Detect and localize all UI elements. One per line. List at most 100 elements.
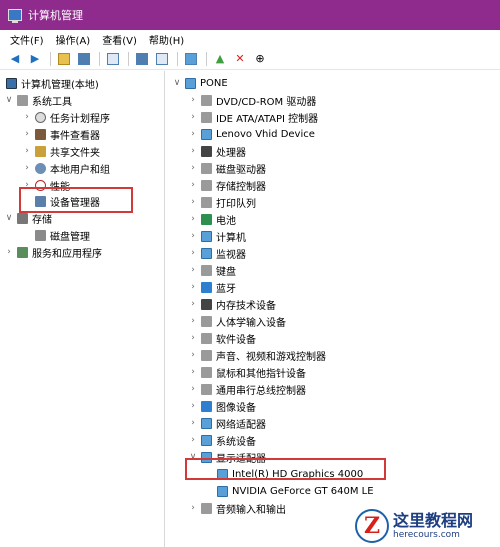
chevron-right-icon[interactable]: ›	[4, 247, 14, 257]
menu-action[interactable]: 操作(A)	[56, 32, 91, 47]
chevron-down-icon[interactable]: ∨	[4, 95, 14, 105]
network-adapter-icon	[201, 417, 212, 429]
device-category[interactable]: › 键盘	[188, 262, 236, 278]
tree-item-local-users[interactable]: › 本地用户和组	[22, 160, 110, 176]
device-nvidia-geforce[interactable]: NVIDIA GeForce GT 640M LE	[217, 483, 374, 499]
device-category[interactable]: › 音频输入和输出	[188, 500, 286, 516]
chevron-down-icon[interactable]: ∨	[4, 213, 14, 223]
chevron-right-icon[interactable]: ›	[188, 163, 198, 173]
device-category[interactable]: › DVD/CD-ROM 驱动器	[188, 92, 316, 108]
properties-icon[interactable]	[104, 50, 122, 68]
forward-arrow-icon[interactable]: ▶	[26, 50, 44, 68]
tree-item-event-viewer[interactable]: › 事件查看器	[22, 126, 100, 142]
chevron-right-icon[interactable]: ›	[188, 401, 198, 411]
chevron-right-icon[interactable]: ›	[188, 316, 198, 326]
device-category[interactable]: › 处理器	[188, 143, 246, 159]
chevron-right-icon[interactable]: ›	[22, 146, 32, 156]
tree-item-system-tools[interactable]: ∨ 系统工具	[4, 92, 72, 108]
computer-icon	[6, 77, 17, 89]
device-category[interactable]: › 磁盘驱动器	[188, 160, 266, 176]
device-category[interactable]: › 人体学输入设备	[188, 313, 286, 329]
chevron-right-icon[interactable]: ›	[188, 282, 198, 292]
toolbar-separator	[128, 51, 129, 66]
device-tree-pane[interactable]: ∨ PONE › DVD/CD-ROM 驱动器 › IDE ATA/ATAPI 控制…	[166, 71, 500, 547]
device-category[interactable]: › 存储控制器	[188, 177, 266, 193]
scan-hardware-icon[interactable]: ⊕	[251, 50, 269, 68]
tree-item-task-scheduler[interactable]: › 任务计划程序	[22, 109, 110, 125]
chevron-right-icon[interactable]: ›	[188, 146, 198, 156]
uninstall-icon[interactable]: ✕	[231, 50, 249, 68]
chevron-right-icon[interactable]: ›	[188, 418, 198, 428]
device-category[interactable]: › 监视器	[188, 245, 246, 261]
services-icon	[17, 246, 28, 258]
chevron-right-icon[interactable]: ›	[22, 112, 32, 122]
chevron-down-icon[interactable]: ∨	[172, 78, 182, 88]
intel-graphics-highlight	[185, 458, 386, 480]
tree-item-services[interactable]: › 服务和应用程序	[4, 244, 102, 260]
chevron-right-icon[interactable]: ›	[22, 163, 32, 173]
chevron-right-icon[interactable]: ›	[188, 197, 198, 207]
tree-item-storage[interactable]: ∨ 存储	[4, 210, 52, 226]
chevron-right-icon[interactable]: ›	[188, 435, 198, 445]
device-category[interactable]: › Lenovo Vhid Device	[188, 126, 315, 142]
tree-item-shared-folders[interactable]: › 共享文件夹	[22, 143, 100, 159]
up-folder-icon[interactable]	[55, 50, 73, 68]
chevron-right-icon[interactable]: ›	[188, 248, 198, 258]
audio-io-icon	[201, 502, 212, 514]
tree-item-root[interactable]: 计算机管理(本地)	[6, 75, 99, 91]
device-category[interactable]: › 网络适配器	[188, 415, 266, 431]
chevron-right-icon[interactable]: ›	[188, 265, 198, 275]
watermark-text: 这里教程网 herecours.com	[393, 511, 473, 541]
toolbar-separator	[206, 51, 207, 66]
tree-item-label: IDE ATA/ATAPI 控制器	[216, 113, 319, 125]
device-category[interactable]: › 电池	[188, 211, 236, 227]
chevron-right-icon[interactable]: ›	[188, 214, 198, 224]
chevron-right-icon[interactable]: ›	[188, 350, 198, 360]
left-tree-pane[interactable]: 计算机管理(本地) ∨ 系统工具 › 任务计划程序 › 事件查看器 › 共享文件…	[0, 71, 165, 547]
chevron-right-icon[interactable]: ›	[188, 367, 198, 377]
device-tree-root[interactable]: ∨ PONE	[172, 75, 228, 91]
chevron-right-icon[interactable]: ›	[188, 112, 198, 122]
device-category[interactable]: › IDE ATA/ATAPI 控制器	[188, 109, 318, 125]
clock-icon	[35, 111, 46, 123]
device-category[interactable]: › 声音、视频和游戏控制器	[188, 347, 326, 363]
help-icon[interactable]	[133, 50, 151, 68]
menu-file[interactable]: 文件(F)	[10, 32, 44, 47]
device-category[interactable]: › 蓝牙	[188, 279, 236, 295]
menu-help[interactable]: 帮助(H)	[149, 32, 184, 47]
device-category[interactable]: › 打印队列	[188, 194, 256, 210]
device-category[interactable]: › 软件设备	[188, 330, 256, 346]
chevron-right-icon[interactable]: ›	[188, 333, 198, 343]
watermark: Z 这里教程网 herecours.com	[355, 505, 500, 547]
tree-item-label: 鼠标和其他指针设备	[216, 368, 306, 380]
tree-item-label: 键盘	[216, 266, 236, 278]
chevron-right-icon[interactable]: ›	[188, 299, 198, 309]
tree-item-disk-management[interactable]: 磁盘管理	[35, 227, 90, 243]
view-icon[interactable]	[153, 50, 171, 68]
update-driver-icon[interactable]: ▲	[211, 50, 229, 68]
toolbar-separator	[177, 51, 178, 66]
device-category[interactable]: › 计算机	[188, 228, 246, 244]
chevron-right-icon[interactable]: ›	[188, 129, 198, 139]
show-hide-tree-icon[interactable]	[75, 50, 93, 68]
chevron-right-icon[interactable]: ›	[188, 231, 198, 241]
device-category[interactable]: › 图像设备	[188, 398, 256, 414]
chevron-right-icon[interactable]: ›	[188, 503, 198, 513]
storage-icon	[17, 212, 28, 224]
monitor-icon[interactable]	[182, 50, 200, 68]
chevron-right-icon[interactable]: ›	[188, 95, 198, 105]
tree-item-label: Lenovo Vhid Device	[216, 128, 315, 140]
device-category[interactable]: › 内存技术设备	[188, 296, 276, 312]
chevron-right-icon[interactable]: ›	[188, 384, 198, 394]
tree-item-label: 共享文件夹	[50, 147, 100, 159]
device-category[interactable]: › 通用串行总线控制器	[188, 381, 306, 397]
device-category[interactable]: › 鼠标和其他指针设备	[188, 364, 306, 380]
device-category[interactable]: › 系统设备	[188, 432, 256, 448]
back-arrow-icon[interactable]: ◀	[6, 50, 24, 68]
tree-item-label: 电池	[216, 215, 236, 227]
tree-item-label: 人体学输入设备	[216, 317, 286, 329]
menu-view[interactable]: 查看(V)	[102, 32, 137, 47]
chevron-right-icon[interactable]: ›	[22, 129, 32, 139]
chevron-right-icon[interactable]: ›	[188, 180, 198, 190]
tree-item-label: 事件查看器	[50, 130, 100, 142]
